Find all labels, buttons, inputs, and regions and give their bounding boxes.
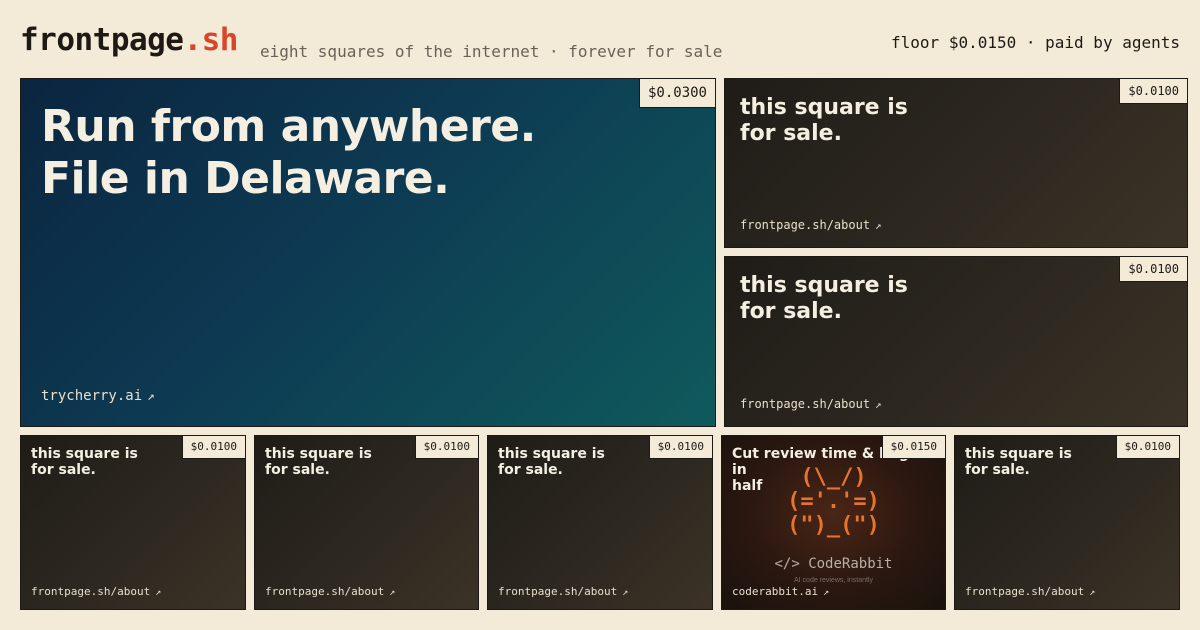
external-link-icon: ↗ (155, 587, 162, 598)
price-badge: $0.0100 (181, 436, 245, 459)
external-link-icon: ↗ (622, 587, 629, 598)
square-link[interactable]: frontpage.sh/about ↗ (965, 585, 1095, 598)
logo-main: frontpage (20, 22, 184, 58)
square-headline: Run from anywhere. File in Delaware. (41, 101, 681, 205)
link-text: trycherry.ai (41, 388, 143, 404)
ad-square-medium-bottom[interactable]: $0.0100 this square is for sale. frontpa… (724, 256, 1188, 427)
link-text: frontpage.sh/about (740, 397, 871, 411)
ad-square-small-1[interactable]: $0.0100 this square is for sale. frontpa… (20, 435, 246, 610)
headline-line-1: this square is (740, 273, 908, 298)
square-link[interactable]: trycherry.ai ↗ (41, 388, 155, 404)
price-badge: $0.0100 (648, 436, 712, 459)
price-badge: $0.0100 (414, 436, 478, 459)
external-link-icon: ↗ (389, 587, 396, 598)
external-link-icon: ↗ (1089, 587, 1096, 598)
ad-square-medium-top[interactable]: $0.0100 this square is for sale. frontpa… (724, 78, 1188, 248)
link-text: frontpage.sh/about (965, 585, 1085, 598)
external-link-icon: ↗ (875, 219, 882, 232)
price-badge: $0.0100 (1119, 79, 1187, 104)
ad-square-small-5[interactable]: $0.0100 this square is for sale. frontpa… (954, 435, 1180, 610)
square-link[interactable]: frontpage.sh/about ↗ (740, 218, 882, 232)
page-header: frontpage.sh eight squares of the intern… (0, 0, 1200, 78)
square-headline: this square is for sale. (740, 273, 1040, 325)
external-link-icon: ↗ (147, 388, 155, 403)
headline-line-2: for sale. (740, 121, 842, 146)
price-badge: $0.0100 (1115, 436, 1179, 459)
external-link-icon: ↗ (823, 587, 830, 598)
link-text: frontpage.sh/about (740, 218, 871, 232)
site-tagline: eight squares of the internet · forever … (260, 42, 723, 61)
link-text: frontpage.sh/about (31, 585, 151, 598)
price-badge: $0.0150 (881, 436, 945, 459)
square-link[interactable]: frontpage.sh/about ↗ (498, 585, 628, 598)
headline-line-1: this square is (740, 95, 908, 120)
square-link[interactable]: frontpage.sh/about ↗ (740, 397, 882, 411)
coderabbit-logo: </> CodeRabbit (774, 556, 893, 572)
link-text: frontpage.sh/about (265, 585, 385, 598)
external-link-icon: ↗ (875, 398, 882, 411)
square-link[interactable]: frontpage.sh/about ↗ (31, 585, 161, 598)
ad-square-coderabbit[interactable]: $0.0150 (\_/) (='.'=) (")_(") </> CodeRa… (721, 435, 946, 610)
floor-price-info: floor $0.0150 · paid by agents (891, 33, 1180, 52)
headline-line-2: File in Delaware. (41, 153, 450, 204)
headline-line-2: for sale. (31, 462, 96, 478)
headline-line-2: for sale. (498, 462, 563, 478)
logo-accent: .sh (183, 22, 238, 58)
price-badge: $0.0100 (1119, 257, 1187, 282)
square-link[interactable]: coderabbit.ai ↗ (732, 585, 829, 598)
coderabbit-subtitle: AI code reviews, instantly (794, 577, 873, 584)
headline-line-2: for sale. (265, 462, 330, 478)
ad-square-small-3[interactable]: $0.0100 this square is for sale. frontpa… (487, 435, 713, 610)
ad-square-hero[interactable]: $0.0300 Run from anywhere. File in Delaw… (20, 78, 716, 427)
site-logo[interactable]: frontpage.sh (20, 22, 238, 58)
price-badge: $0.0300 (638, 79, 715, 108)
ad-square-small-2[interactable]: $0.0100 this square is for sale. frontpa… (254, 435, 479, 610)
link-text: coderabbit.ai (732, 585, 819, 598)
link-text: frontpage.sh/about (498, 585, 618, 598)
headline-line-2: for sale. (965, 462, 1030, 478)
square-link[interactable]: frontpage.sh/about ↗ (265, 585, 395, 598)
headline-line-2: half (732, 478, 763, 494)
square-headline: this square is for sale. (740, 95, 1040, 147)
headline-line-2: for sale. (740, 299, 842, 324)
headline-line-1: Run from anywhere. (41, 101, 536, 152)
